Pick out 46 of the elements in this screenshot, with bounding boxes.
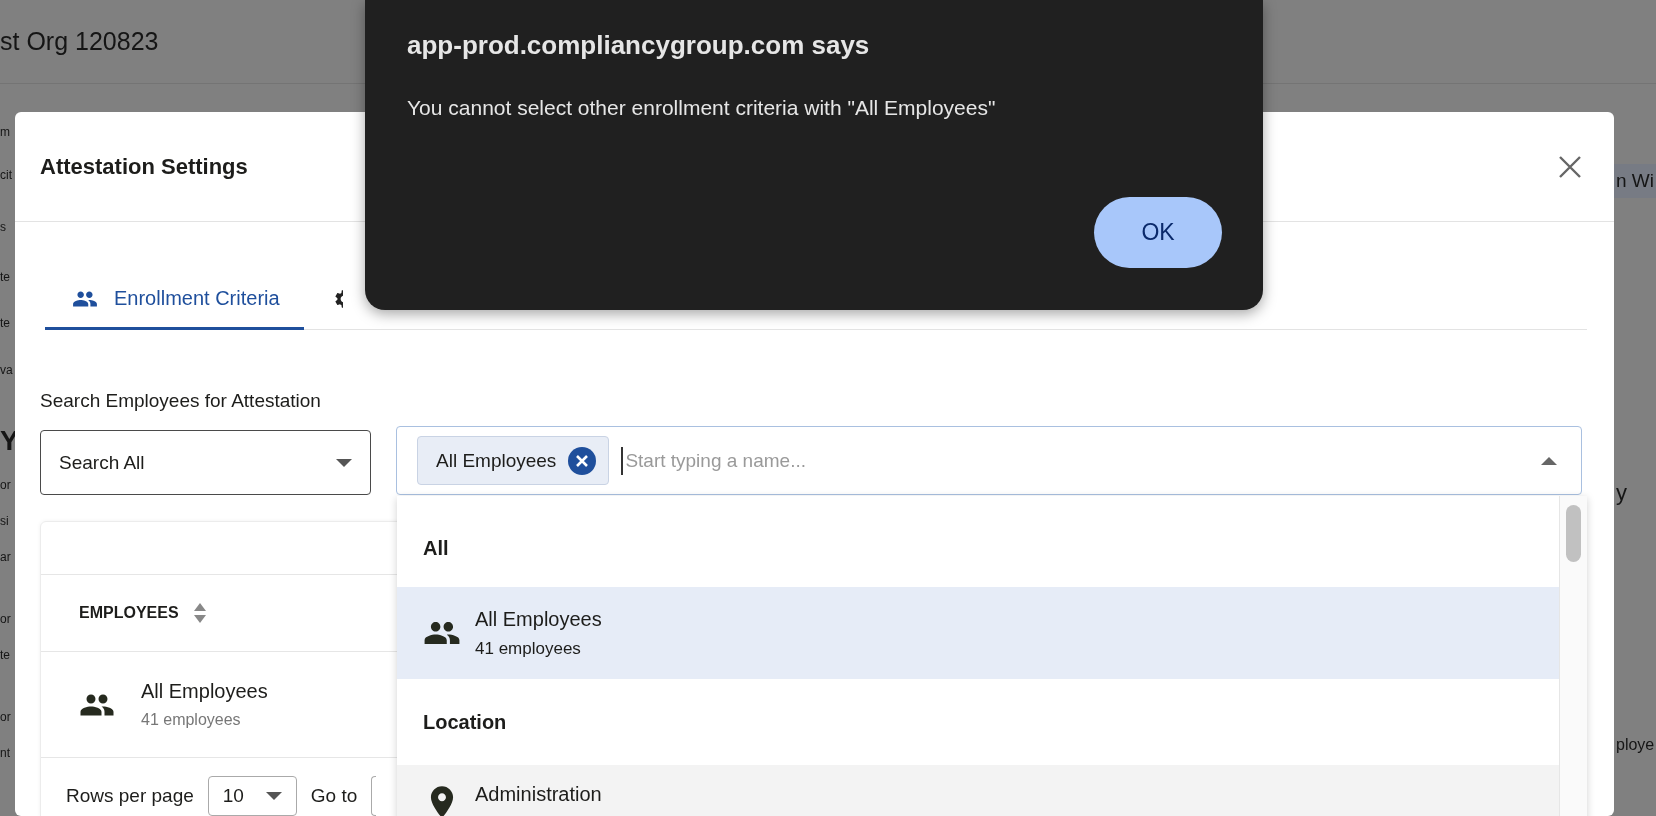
background-text: te [0, 270, 10, 284]
ok-button[interactable]: OK [1094, 197, 1222, 268]
background-text: te [0, 316, 10, 330]
background-text: ploye [1616, 736, 1655, 754]
scrollbar-thumb[interactable] [1566, 505, 1581, 562]
criteria-field[interactable]: All Employees Start typing a name... [396, 426, 1582, 495]
gear-icon [332, 287, 343, 310]
selected-chip[interactable]: All Employees [417, 436, 610, 485]
background-text: si [0, 514, 9, 528]
background-text: nt [0, 746, 10, 760]
rows-per-page-label: Rows per page [66, 785, 194, 807]
scrollbar[interactable] [1559, 496, 1587, 816]
background-text: or [0, 478, 11, 492]
tab[interactable]: Enrollment Criteria [45, 270, 304, 330]
background-text: or [0, 612, 11, 626]
column-header: EMPLOYEES [79, 604, 179, 622]
option-item[interactable]: Administration [397, 765, 1559, 816]
rows-per-page-select[interactable]: 10 [207, 776, 297, 816]
employee-name: All Employees [141, 680, 268, 703]
field-label: Search Employees for Attestation [40, 390, 322, 412]
group-header: Location [422, 709, 508, 735]
background-text: te [0, 648, 10, 662]
option-item[interactable]: All Employees 41 employees [397, 587, 1559, 679]
organization-title: st Org 120823 [0, 27, 159, 56]
search-scope-select[interactable]: Search All [40, 430, 371, 495]
background-text: cit [0, 168, 12, 182]
background-text: y [1616, 480, 1627, 506]
close-icon [1558, 154, 1582, 179]
go-to-label: Go to [310, 785, 358, 807]
dialog-title: Attestation Settings [40, 153, 248, 180]
sort-icon[interactable] [192, 602, 207, 624]
background-text: va [0, 363, 13, 377]
employee-count: 41 employees [141, 711, 242, 729]
background-text: or [0, 710, 11, 724]
background-text: s [0, 220, 6, 234]
caret-icon[interactable] [1541, 456, 1557, 465]
background-text: m [0, 125, 10, 139]
remove-icon[interactable] [568, 446, 597, 475]
page-input[interactable] [371, 776, 377, 816]
background-text: ar [0, 550, 11, 564]
background-text: n Wi [1614, 164, 1656, 198]
alert-message: You cannot select other enrollment criteria with "All Employees" [407, 96, 997, 120]
group-header: All [422, 536, 450, 561]
alert-title: app-prod.compliancygroup.com says [407, 30, 871, 61]
caret-icon [265, 792, 282, 800]
caret-icon [336, 458, 352, 467]
